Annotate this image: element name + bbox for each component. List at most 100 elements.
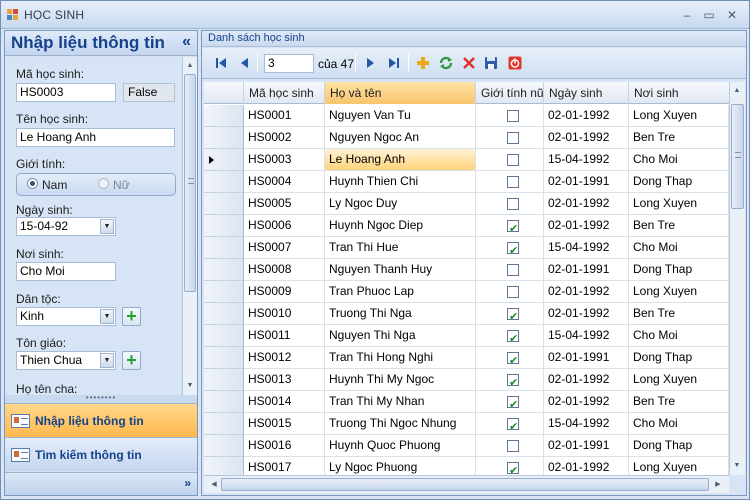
col-header-birthplace[interactable]: Nơi sinh [629,82,729,104]
chevron-down-icon[interactable]: ▼ [100,219,114,234]
female-cell[interactable] [476,171,544,193]
female-cell[interactable] [476,127,544,149]
cell-noi[interactable]: Cho Moi [629,149,729,171]
panel-splitter[interactable]: •••••••• [5,394,197,403]
cell-ten[interactable]: Huynh Thien Chi [325,171,476,193]
cell-noi[interactable]: Long Xuyen [629,369,729,391]
cell-ngay[interactable]: 02-01-1992 [544,215,629,237]
female-cell[interactable] [476,413,544,435]
cell-ten[interactable]: Le Hoang Anh [325,149,476,171]
table-row[interactable]: HS0009 Tran Phuoc Lap 02-01-1992 Long Xuyen [204,281,729,303]
female-checkbox[interactable] [507,350,519,368]
female-cell[interactable] [476,105,544,127]
row-header[interactable] [204,435,244,457]
move-next-icon[interactable] [363,56,377,70]
row-header[interactable] [204,391,244,413]
female-checkbox[interactable] [507,132,519,144]
grid-scroll-thumb[interactable] [731,104,744,209]
cell-noi[interactable]: Dong Thap [629,259,729,281]
scroll-up-icon[interactable]: ▲ [183,59,197,73]
female-checkbox[interactable] [507,110,519,122]
scroll-left-icon[interactable]: ◀ [207,478,221,492]
cell-ngay[interactable]: 15-04-1992 [544,325,629,347]
row-header[interactable] [204,369,244,391]
exit-icon[interactable] [508,56,522,70]
cell-ma[interactable]: HS0015 [244,413,325,435]
row-header[interactable] [204,259,244,281]
nav-input-button[interactable]: Nhập liệu thông tin [5,403,197,437]
cell-noi[interactable]: Dong Thap [629,171,729,193]
chevron-down-icon[interactable]: ▼ [100,353,114,368]
cell-noi[interactable]: Dong Thap [629,347,729,369]
row-header[interactable] [204,413,244,435]
female-checkbox[interactable] [507,440,519,452]
move-last-icon[interactable] [387,56,401,70]
cell-ma[interactable]: HS0011 [244,325,325,347]
female-checkbox[interactable] [507,306,519,324]
maximize-icon[interactable]: ▭ [701,8,717,22]
cell-ngay[interactable]: 15-04-1992 [544,149,629,171]
grid-vertical-scrollbar[interactable]: ▲ ▼ [729,82,745,475]
cell-ten[interactable]: Tran Thi Hue [325,237,476,259]
female-cell[interactable] [476,303,544,325]
cell-ma[interactable]: HS0002 [244,127,325,149]
ethnicity-select[interactable]: Kinh ▼ [16,307,116,326]
cell-ma[interactable]: HS0013 [244,369,325,391]
cell-ma[interactable]: HS0010 [244,303,325,325]
female-checkbox[interactable] [507,264,519,276]
cell-ten[interactable]: Tran Thi Hong Nghi [325,347,476,369]
female-checkbox[interactable] [507,416,519,434]
male-radio[interactable] [27,178,38,189]
cell-ma[interactable]: HS0017 [244,457,325,475]
scroll-thumb[interactable] [184,74,196,292]
religion-select[interactable]: Thien Chua ▼ [16,351,116,370]
birthdate-picker[interactable]: 15-04-92 ▼ [16,217,116,236]
cell-ngay[interactable]: 15-04-1992 [544,413,629,435]
cell-ma[interactable]: HS0003 [244,149,325,171]
row-header[interactable] [204,281,244,303]
row-header[interactable] [204,457,244,475]
col-header-name[interactable]: Họ và tên [325,82,476,104]
add-new-icon[interactable] [416,56,430,70]
position-input[interactable]: 3 [264,54,314,73]
table-row[interactable]: HS0006Huynh Ngoc Diep 02-01-1992Ben Tre [204,215,729,237]
row-header[interactable] [204,171,244,193]
cell-noi[interactable]: Long Xuyen [629,281,729,303]
female-cell[interactable] [476,149,544,171]
cell-ten[interactable]: Huynh Thi My Ngoc [325,369,476,391]
female-checkbox[interactable] [507,218,519,236]
nav-search-button[interactable]: Tìm kiếm thông tin [5,437,197,471]
cell-ma[interactable]: HS0016 [244,435,325,457]
table-row[interactable]: HS0004 Huynh Thien Chi 02-01-1991 Dong Thap [204,171,729,193]
table-row[interactable]: HS0008 Nguyen Thanh Huy 02-01-1991 Dong Tha… [204,259,729,281]
cell-noi[interactable]: Long Xuyen [629,457,729,475]
table-row[interactable]: HS0012Tran Thi Hong Nghi 02-01-1991Dong T… [204,347,729,369]
cell-ma[interactable]: HS0001 [244,105,325,127]
cell-noi[interactable]: Ben Tre [629,391,729,413]
birthplace-input[interactable]: Cho Moi [16,262,116,281]
table-row[interactable]: HS0015Truong Thi Ngoc Nhung 15-04-1992Cho… [204,413,729,435]
cell-ten[interactable]: Nguyen Ngoc An [325,127,476,149]
female-radio[interactable] [98,178,109,189]
cell-ten[interactable]: Nguyen Thanh Huy [325,259,476,281]
female-cell[interactable] [476,259,544,281]
scroll-up-icon[interactable]: ▲ [730,84,744,98]
grid-hscroll-thumb[interactable] [221,478,709,491]
cell-ngay[interactable]: 02-01-1992 [544,127,629,149]
cell-ma[interactable]: HS0006 [244,215,325,237]
row-header[interactable] [204,347,244,369]
table-row[interactable]: HS0007Tran Thi Hue 15-04-1992Cho Moi [204,237,729,259]
delete-icon[interactable] [462,56,476,70]
table-row[interactable]: HS0003 Le Hoang Anh 15-04-1992 Cho Moi [204,149,729,171]
table-row[interactable]: HS0011Nguyen Thi Nga 15-04-1992Cho Moi [204,325,729,347]
row-header[interactable] [204,215,244,237]
female-checkbox[interactable] [507,154,519,166]
cell-ngay[interactable]: 02-01-1992 [544,105,629,127]
female-checkbox[interactable] [507,198,519,210]
cell-ngay[interactable]: 02-01-1992 [544,457,629,475]
cell-ten[interactable]: Truong Thi Ngoc Nhung [325,413,476,435]
cell-ma[interactable]: HS0004 [244,171,325,193]
cell-ma[interactable]: HS0007 [244,237,325,259]
cell-ten[interactable]: Nguyen Thi Nga [325,325,476,347]
row-header[interactable] [204,325,244,347]
